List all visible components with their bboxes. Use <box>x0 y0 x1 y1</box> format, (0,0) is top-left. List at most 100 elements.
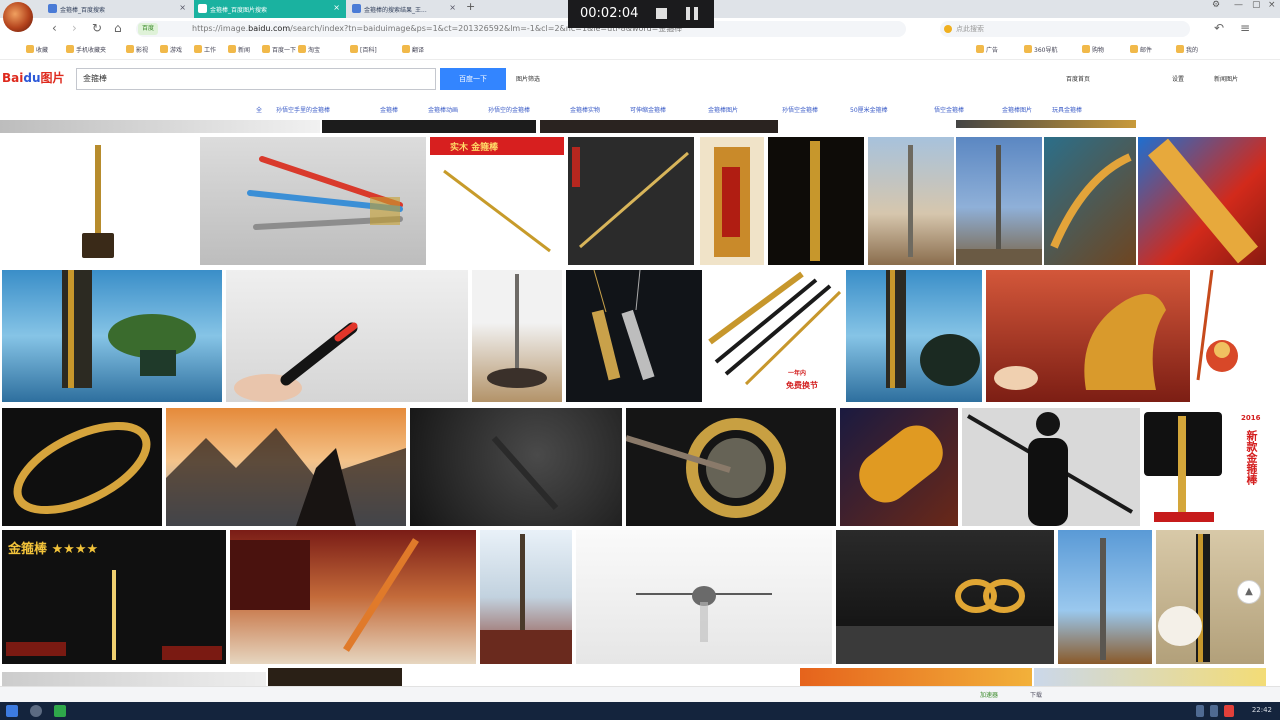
image-thumbnail[interactable] <box>472 270 562 402</box>
image-thumbnail[interactable] <box>576 530 832 664</box>
image-thumbnail[interactable] <box>1138 137 1266 265</box>
close-window-button[interactable]: × <box>1268 0 1276 10</box>
related-search-link[interactable]: 孙悟空的金箍棒 <box>488 105 530 114</box>
related-search-link[interactable]: 金箍棒图片 <box>1002 105 1032 114</box>
image-thumbnail[interactable]: 一年内 免费换节 <box>706 270 844 402</box>
related-search-link[interactable]: 50厘米金箍棒 <box>850 105 888 114</box>
image-thumbnail[interactable] <box>626 408 836 526</box>
bookmark-item[interactable]: 百度一下 <box>262 45 296 54</box>
side-search-input[interactable]: 点此搜索 <box>940 21 1190 37</box>
home-icon[interactable]: ⌂ <box>114 21 122 35</box>
baidu-home-link[interactable]: 百度首页 <box>1066 74 1090 83</box>
image-thumbnail[interactable]: 2016 新款金箍棒 <box>1238 408 1266 526</box>
image-thumbnail[interactable] <box>268 668 402 686</box>
image-thumbnail[interactable] <box>226 270 468 402</box>
download-status[interactable]: 下载 <box>1030 690 1042 699</box>
image-thumbnail[interactable] <box>1058 530 1152 664</box>
related-search-link[interactable]: 金箍棒 <box>380 105 398 114</box>
image-thumbnail[interactable] <box>322 120 536 133</box>
user-avatar[interactable] <box>3 2 33 32</box>
menu-icon[interactable]: ≡ <box>1240 21 1250 35</box>
refresh-icon[interactable]: ↻ <box>92 21 102 35</box>
bookmark-item[interactable]: 360导航 <box>1024 45 1057 54</box>
close-icon[interactable]: × <box>333 3 340 12</box>
bookmark-item[interactable]: 影视 <box>126 45 148 54</box>
image-thumbnail[interactable] <box>956 137 1042 265</box>
related-search-link[interactable]: 全 <box>256 105 262 114</box>
bookmark-item[interactable]: 购物 <box>1082 45 1104 54</box>
image-thumbnail[interactable] <box>166 408 406 526</box>
image-thumbnail[interactable]: 实木 金箍棒 <box>430 137 564 265</box>
tab-baidu-search[interactable]: 金箍棒_百度搜索 × <box>44 0 192 18</box>
image-thumbnail[interactable] <box>410 408 622 526</box>
image-thumbnail[interactable] <box>768 137 864 265</box>
bookmark-item[interactable]: 收藏 <box>26 45 48 54</box>
image-thumbnail[interactable] <box>800 668 1032 686</box>
image-thumbnail[interactable] <box>2 672 266 686</box>
start-icon[interactable] <box>6 705 18 717</box>
image-thumbnail[interactable] <box>200 137 426 265</box>
image-thumbnail[interactable] <box>480 530 572 664</box>
baidu-logo[interactable]: Baidu图片 <box>2 69 65 86</box>
related-search-link[interactable]: 孙悟空手里的金箍棒 <box>276 105 330 114</box>
related-search-link[interactable]: 金箍棒实物 <box>570 105 600 114</box>
pause-icon[interactable] <box>686 7 699 20</box>
image-thumbnail[interactable] <box>540 120 778 133</box>
bookmark-item[interactable]: 游戏 <box>160 45 182 54</box>
image-thumbnail[interactable] <box>2 270 222 402</box>
close-icon[interactable]: × <box>449 3 456 12</box>
image-thumbnail[interactable] <box>230 530 476 664</box>
tab-search-results[interactable]: 金箍棒的搜索结果_王... × <box>348 0 462 18</box>
forward-icon[interactable]: › <box>72 21 77 35</box>
related-search-link[interactable]: 孙悟空金箍棒 <box>782 105 818 114</box>
search-button[interactable]: 百度一下 <box>440 68 506 90</box>
image-thumbnail[interactable] <box>868 137 954 265</box>
tab-baidu-image[interactable]: 金箍棒_百度图片搜索 × <box>194 0 346 18</box>
image-thumbnail[interactable] <box>0 120 320 133</box>
notification-icon[interactable] <box>1224 705 1234 717</box>
image-thumbnail[interactable] <box>846 270 982 402</box>
settings-icon[interactable]: ⚙ <box>1212 0 1220 10</box>
related-search-link[interactable]: 可伸缩金箍棒 <box>630 105 666 114</box>
news-images-link[interactable]: 新闻图片 <box>1214 74 1238 83</box>
maximize-button[interactable]: ▢ <box>1252 0 1261 10</box>
image-thumbnail[interactable] <box>1144 408 1236 526</box>
network-icon[interactable] <box>1196 705 1204 717</box>
image-thumbnail[interactable] <box>0 137 196 265</box>
new-tab-button[interactable]: + <box>466 0 475 13</box>
search-icon[interactable] <box>30 705 42 717</box>
filter-link[interactable]: 图片筛选 <box>516 74 540 83</box>
bookmark-item[interactable]: 手机收藏夹 <box>66 45 106 54</box>
back-icon[interactable]: ‹ <box>52 21 57 35</box>
close-icon[interactable]: × <box>179 3 186 12</box>
bookmark-item[interactable]: 工作 <box>194 45 216 54</box>
image-thumbnail[interactable] <box>700 137 764 265</box>
related-search-link[interactable]: 金箍棒图片 <box>708 105 738 114</box>
stop-icon[interactable] <box>656 8 667 19</box>
bookmark-item[interactable]: 广告 <box>976 45 998 54</box>
url-field[interactable]: 百度 https://image.baidu.com/search/index?… <box>136 21 906 37</box>
image-thumbnail[interactable] <box>1044 137 1136 265</box>
scroll-to-top-button[interactable]: ▲ <box>1237 580 1261 604</box>
image-thumbnail[interactable] <box>986 270 1190 402</box>
bookmark-item[interactable]: 新闻 <box>228 45 250 54</box>
bookmark-item[interactable]: [百科] <box>350 45 377 54</box>
search-input[interactable]: 金箍棒 <box>76 68 436 90</box>
minimize-button[interactable]: — <box>1234 0 1243 10</box>
volume-icon[interactable] <box>1210 705 1218 717</box>
settings-link[interactable]: 设置 <box>1172 74 1184 83</box>
undo-icon[interactable]: ↶ <box>1214 21 1224 35</box>
accelerator-status[interactable]: 加速器 <box>980 690 998 699</box>
image-thumbnail[interactable] <box>1034 668 1266 686</box>
related-search-link[interactable]: 悟空金箍棒 <box>934 105 964 114</box>
browser-app-icon[interactable] <box>54 705 66 717</box>
bookmark-item[interactable]: 淘宝 <box>298 45 320 54</box>
image-thumbnail[interactable] <box>962 408 1140 526</box>
image-thumbnail[interactable] <box>1192 270 1266 402</box>
image-thumbnail[interactable] <box>568 137 694 265</box>
image-thumbnail[interactable] <box>956 120 1136 128</box>
related-search-link[interactable]: 玩具金箍棒 <box>1052 105 1082 114</box>
image-thumbnail[interactable]: 金箍棒 ★★★★ <box>2 530 226 664</box>
related-search-link[interactable]: 金箍棒动画 <box>428 105 458 114</box>
image-thumbnail[interactable] <box>840 408 958 526</box>
